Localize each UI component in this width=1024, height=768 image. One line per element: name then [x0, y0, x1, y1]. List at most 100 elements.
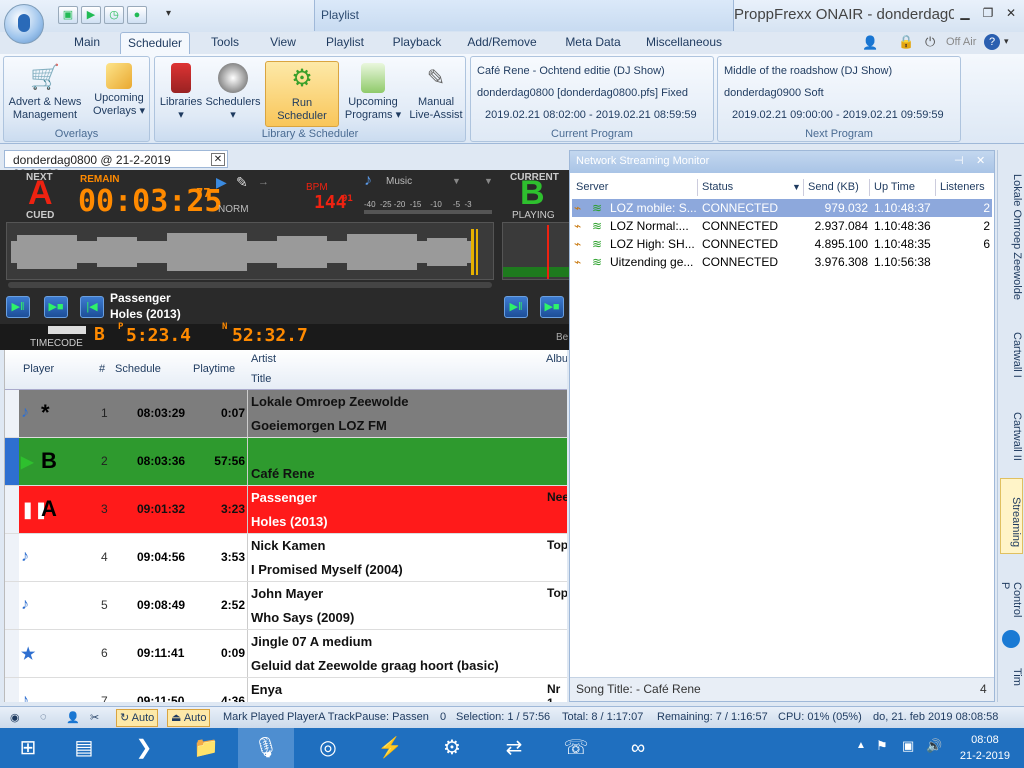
col-status[interactable]: Status [698, 179, 804, 196]
play-quick-icon[interactable]: ▶ [81, 6, 101, 24]
lock-icon[interactable]: 🔒 [898, 34, 914, 50]
stop-button[interactable]: ▶■ [44, 296, 68, 318]
col-playtime[interactable]: Playtime [193, 363, 235, 375]
col-uptime[interactable]: Up Time [870, 179, 936, 196]
tray-expand-icon[interactable]: ▲ [856, 740, 866, 751]
chrome-icon[interactable]: ◎ [300, 728, 356, 768]
stream-row[interactable]: ⌁ ≋ LOZ mobile: S... CONNECTED 979.032 1… [572, 199, 992, 217]
sidebar-tab-cartwall-2[interactable]: Cartwall II [1000, 394, 1023, 470]
network-icon[interactable]: ▣ [902, 738, 914, 754]
user-icon[interactable]: 👤 [862, 35, 878, 51]
upcoming-programs-button[interactable]: Upcoming Programs ▾ [341, 61, 405, 122]
tab-tools[interactable]: Tools [198, 32, 252, 54]
col-listeners[interactable]: Listeners [936, 179, 992, 196]
sidebar-tab-tim[interactable]: Tim [1000, 650, 1023, 700]
auto-button-2[interactable]: ⏏ Auto [167, 709, 211, 727]
folder-icon[interactable]: 📁 [178, 728, 234, 768]
powershell-icon[interactable]: ❯ [116, 728, 172, 768]
current-play-pause-button[interactable]: ▶‖ [504, 296, 528, 318]
mark-played-label[interactable]: Mark Played [223, 711, 284, 723]
power-icon[interactable]: ⏻ [925, 34, 935, 50]
current-waveform-display[interactable] [502, 222, 571, 280]
file-explorer-app-icon[interactable]: ▤ [56, 728, 112, 768]
quick-access-dropdown-icon[interactable]: ▾ [166, 8, 171, 19]
table-row[interactable]: ♪ 5 09:08:49 2:52 John Mayer Who Says (2… [5, 582, 567, 630]
schedulers-button[interactable]: Schedulers ▾ [205, 61, 261, 122]
volume-icon[interactable]: 🔊 [926, 738, 942, 754]
upcoming-overlays-button[interactable]: Upcoming Overlays ▾ [88, 61, 150, 118]
stream-row[interactable]: ⌁ ≋ LOZ High: SH... CONNECTED 4.895.100 … [572, 235, 992, 253]
col-album[interactable]: Albu [546, 353, 567, 365]
col-server[interactable]: Server [572, 179, 698, 196]
tab-playback[interactable]: Playback [384, 32, 450, 54]
col-player[interactable]: Player [23, 363, 54, 375]
sidebar-tab-cartwall-1[interactable]: Cartwall I [1000, 314, 1023, 384]
play-pause-button[interactable]: ▶‖ [6, 296, 30, 318]
proppfrexx-taskbar-icon[interactable]: 🎙 [238, 728, 294, 768]
tab-view[interactable]: View [258, 32, 308, 54]
split-icon[interactable]: ✂ [90, 711, 99, 724]
music-dropdown-icon[interactable]: ▼ [452, 176, 461, 186]
save-icon[interactable]: ▣ [58, 6, 78, 24]
rewind-button[interactable]: |◀ [80, 296, 104, 318]
table-row[interactable]: ❚❚ A 3 09:01:32 3:23 Passenger Holes (20… [5, 486, 567, 534]
manual-live-assist-button[interactable]: ✎ Manual Live-Assist [407, 61, 465, 122]
maximize-button[interactable]: ❐ [978, 6, 998, 22]
tab-add-remove[interactable]: Add/Remove [458, 32, 546, 54]
teamviewer-icon[interactable] [1002, 630, 1020, 648]
windows-start-icon[interactable]: ⊞ [0, 728, 56, 768]
position-scrollbar[interactable] [8, 282, 492, 288]
advert-news-button[interactable]: 🛒 Advert & News Management [6, 61, 84, 122]
phone-app-icon[interactable]: ☏ [548, 728, 604, 768]
sidebar-tab-lokale-omroep[interactable]: Lokale Omroep Zeewolde [1000, 156, 1023, 306]
table-row[interactable]: ★ 6 09:11:41 0:09 Jingle 07 A medium Gel… [5, 630, 567, 678]
run-scheduler-button[interactable]: ⚙ Run Scheduler [265, 61, 339, 127]
table-row[interactable]: ♪ * 1 08:03:29 0:07 Lokale Omroep Zeewol… [5, 390, 567, 438]
tab-playlist[interactable]: Playlist [316, 32, 374, 54]
col-send[interactable]: Send (KB) [804, 179, 870, 196]
system-clock[interactable]: 08:08 21-2-2019 [960, 732, 1010, 764]
col-num[interactable]: # [99, 363, 105, 375]
pin-icon[interactable]: ⊣ [954, 154, 964, 167]
play-mode-icon[interactable]: ▶ [216, 174, 227, 191]
tab-scheduler[interactable]: Scheduler [120, 32, 190, 54]
table-row[interactable]: ♪ 7 09:11:50 4:36 Enya Nr 1 [5, 678, 567, 702]
edit-icon[interactable]: ✎ [236, 174, 248, 191]
current-stop-button[interactable]: ▶■ [540, 296, 564, 318]
settings-app-icon[interactable]: ⚙ [424, 728, 480, 768]
waveform-display[interactable] [6, 222, 494, 280]
help-icon[interactable]: ? [984, 34, 1000, 50]
table-row[interactable]: ▶ B 2 08:03:36 57:56 Café Rene [5, 438, 567, 486]
close-doc-tab-icon[interactable]: ✕ [211, 153, 225, 166]
tab-meta-data[interactable]: Meta Data [556, 32, 630, 54]
stream-row[interactable]: ⌁ ≋ LOZ Normal:... CONNECTED 2.937.084 1… [572, 217, 992, 235]
table-row[interactable]: ♪ 4 09:04:56 3:53 Nick Kamen I Promised … [5, 534, 567, 582]
help-dropdown-icon[interactable]: ▾ [1004, 36, 1009, 47]
stream-row[interactable]: ⌁ ≋ Uitzending ge... CONNECTED 3.976.308… [572, 253, 992, 271]
tool-app-icon[interactable]: ⚡ [362, 728, 418, 768]
timecode-toggle[interactable] [48, 326, 86, 334]
close-button[interactable]: ✕ [1001, 6, 1021, 22]
bulb-icon[interactable]: ◌ [40, 711, 47, 723]
tab-miscellaneous[interactable]: Miscellaneous [640, 32, 728, 54]
fade-icon[interactable]: → [258, 176, 269, 188]
meter-dropdown-icon[interactable]: ▼ [484, 176, 493, 186]
remote-app-icon[interactable]: ⇄ [486, 728, 542, 768]
sidebar-tab-control[interactable]: Control P [999, 564, 1023, 624]
clock-quick-icon[interactable]: ◷ [104, 6, 124, 24]
record-status-icon[interactable]: ◉ [10, 711, 20, 724]
minimize-button[interactable]: ▁ [955, 6, 975, 22]
close-panel-icon[interactable]: ✕ [976, 154, 985, 167]
col-title[interactable]: Title [251, 373, 271, 385]
record-quick-icon[interactable]: ● [127, 6, 147, 24]
col-artist[interactable]: Artist [251, 353, 276, 365]
sidebar-tab-streaming[interactable]: Streaming [1000, 478, 1023, 554]
user-status-icon[interactable]: 👤 [66, 711, 80, 724]
col-schedule[interactable]: Schedule [115, 363, 161, 375]
libraries-button[interactable]: Libraries ▾ [157, 61, 205, 122]
playlist-doc-tab[interactable]: donderdag0800 @ 21-2-2019 08:00:00 ✕ [4, 150, 228, 181]
tab-main[interactable]: Main [62, 32, 112, 54]
infinity-app-icon[interactable]: ∞ [610, 728, 666, 768]
auto-button-1[interactable]: ↻ Auto [116, 709, 159, 727]
flag-icon[interactable]: ⚑ [876, 738, 888, 754]
